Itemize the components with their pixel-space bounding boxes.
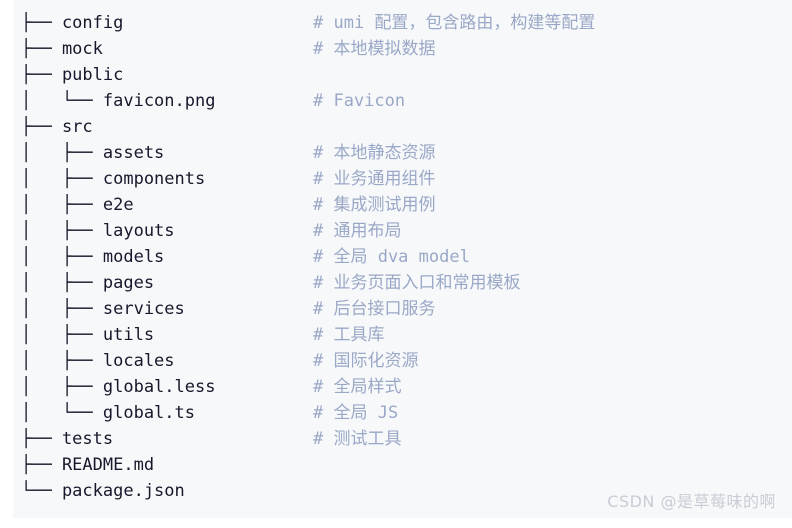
tree-row-path: │ └── global.ts <box>21 403 195 423</box>
tree-row: │ ├── locales # 国际化资源 <box>21 348 791 374</box>
tree-row-comment: # 业务通用组件 <box>313 169 436 189</box>
tree-row: ├── README.md <box>21 452 791 478</box>
tree-row-path: │ ├── global.less <box>21 377 216 397</box>
tree-row: │ ├── global.less # 全局样式 <box>21 374 791 400</box>
tree-row: │ ├── models # 全局 dva model <box>21 244 791 270</box>
tree-row-path: ├── public <box>21 65 124 85</box>
tree-row-comment: # 业务页面入口和常用模板 <box>313 273 521 293</box>
tree-row: │ ├── utils # 工具库 <box>21 322 791 348</box>
tree-row-comment: # Favicon <box>313 91 406 111</box>
tree-row-path: ├── tests <box>21 429 114 449</box>
tree-row-path: │ └── favicon.png <box>21 91 216 111</box>
tree-row-path: └── package.json <box>21 481 185 501</box>
tree-row: │ ├── layouts # 通用布局 <box>21 218 791 244</box>
tree-row: ├── tests # 测试工具 <box>21 426 791 452</box>
tree-row: │ └── favicon.png # Favicon <box>21 88 791 114</box>
csdn-watermark: CSDN @是草莓味的啊 <box>607 492 776 511</box>
tree-row-comment: # 测试工具 <box>313 429 402 449</box>
tree-row: ├── mock # 本地模拟数据 <box>21 36 791 62</box>
tree-row-path: │ ├── pages <box>21 273 155 293</box>
tree-row: ├── src <box>21 114 791 140</box>
tree-row-path: ├── mock <box>21 39 103 59</box>
tree-row-comment: # 后台接口服务 <box>313 299 436 319</box>
tree-row-comment: # 全局 dva model <box>313 247 470 267</box>
tree-row-path: │ ├── assets <box>21 143 165 163</box>
tree-row: │ ├── assets # 本地静态资源 <box>21 140 791 166</box>
tree-row-comment: # umi 配置，包含路由，构建等配置 <box>313 13 596 33</box>
tree-row: │ ├── components # 业务通用组件 <box>21 166 791 192</box>
directory-tree-listing: ├── config # umi 配置，包含路由，构建等配置 ├── mock # 本… <box>21 10 791 504</box>
tree-row-path: │ ├── utils <box>21 325 155 345</box>
tree-row-comment: # 工具库 <box>313 325 385 345</box>
directory-tree-panel: ├── config # umi 配置，包含路由，构建等配置 ├── mock # 本… <box>13 0 792 518</box>
tree-row-path: │ ├── components <box>21 169 206 189</box>
tree-row: ├── public <box>21 62 791 88</box>
tree-row: │ ├── services # 后台接口服务 <box>21 296 791 322</box>
tree-row-comment: # 国际化资源 <box>313 351 419 371</box>
tree-row-path: ├── config <box>21 13 124 33</box>
tree-row-path: ├── README.md <box>21 455 155 475</box>
tree-row: ├── config # umi 配置，包含路由，构建等配置 <box>21 10 791 36</box>
tree-row-comment: # 全局 JS <box>313 403 399 423</box>
tree-row-path: │ ├── locales <box>21 351 175 371</box>
tree-row-path: │ ├── layouts <box>21 221 175 241</box>
tree-row-comment: # 本地静态资源 <box>313 143 436 163</box>
tree-row-comment: # 通用布局 <box>313 221 402 241</box>
tree-row: │ ├── pages # 业务页面入口和常用模板 <box>21 270 791 296</box>
tree-row-path: ├── src <box>21 117 93 137</box>
tree-row-path: │ ├── services <box>21 299 185 319</box>
tree-row-path: │ ├── models <box>21 247 165 267</box>
tree-row: │ ├── e2e # 集成测试用例 <box>21 192 791 218</box>
tree-row: │ └── global.ts # 全局 JS <box>21 400 791 426</box>
tree-row-comment: # 集成测试用例 <box>313 195 436 215</box>
tree-row-comment: # 全局样式 <box>313 377 402 397</box>
tree-row-comment: # 本地模拟数据 <box>313 39 436 59</box>
tree-row-path: │ ├── e2e <box>21 195 134 215</box>
